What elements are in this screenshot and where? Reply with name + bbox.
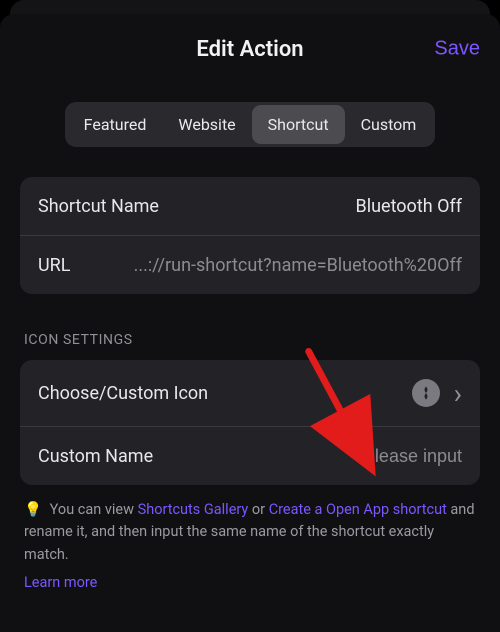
choose-icon-label: Choose/Custom Icon <box>38 383 208 404</box>
tip-text: 💡 You can view Shortcuts Gallery or Crea… <box>24 499 476 595</box>
learn-more-link[interactable]: Learn more <box>24 572 476 594</box>
tip-mid: or <box>248 501 268 518</box>
save-button[interactable]: Save <box>434 38 480 61</box>
shortcut-icon <box>418 385 434 401</box>
tab-featured[interactable]: Featured <box>68 105 163 144</box>
custom-name-row: Custom Name <box>20 427 480 485</box>
choose-icon-trailing: › <box>412 378 462 408</box>
tab-label: Website <box>178 115 235 134</box>
icon-settings-header: ICON SETTINGS <box>24 332 478 348</box>
tab-label: Featured <box>84 115 147 134</box>
edit-action-sheet: Edit Action Save Featured Website Shortc… <box>0 14 500 632</box>
tip-prefix: You can view <box>50 501 138 518</box>
modal-sheet-stack: Edit Action Save Featured Website Shortc… <box>0 0 500 632</box>
custom-name-input[interactable] <box>262 446 462 467</box>
shortcut-name-label: Shortcut Name <box>38 196 159 217</box>
shortcut-info-group: Shortcut Name Bluetooth Off URL ...://ru… <box>20 177 480 294</box>
category-segmented-control: Featured Website Shortcut Custom <box>65 102 436 147</box>
choose-custom-icon-row[interactable]: Choose/Custom Icon › <box>20 360 480 426</box>
sheet-header: Edit Action Save <box>20 14 480 84</box>
current-icon-preview <box>412 379 440 407</box>
page-title: Edit Action <box>196 37 303 62</box>
create-open-app-link[interactable]: Create a Open App shortcut <box>269 501 447 518</box>
shortcut-name-value: Bluetooth Off <box>356 196 462 217</box>
chevron-right-icon: › <box>454 378 462 408</box>
tab-label: Custom <box>361 115 417 134</box>
shortcut-url-row[interactable]: URL ...://run-shortcut?name=Bluetooth%20… <box>20 236 480 294</box>
lightbulb-icon: 💡 <box>24 501 42 518</box>
shortcuts-gallery-link[interactable]: Shortcuts Gallery <box>138 501 249 518</box>
shortcut-name-row[interactable]: Shortcut Name Bluetooth Off <box>20 177 480 235</box>
custom-name-label: Custom Name <box>38 446 153 467</box>
tab-website[interactable]: Website <box>162 105 251 144</box>
shortcut-url-value: ...://run-shortcut?name=Bluetooth%20Off <box>134 255 462 276</box>
shortcut-url-label: URL <box>38 255 70 276</box>
tab-custom[interactable]: Custom <box>345 105 433 144</box>
icon-settings-group: Choose/Custom Icon › Custom Name <box>20 360 480 485</box>
tab-shortcut[interactable]: Shortcut <box>252 105 345 144</box>
tab-label: Shortcut <box>268 115 329 134</box>
